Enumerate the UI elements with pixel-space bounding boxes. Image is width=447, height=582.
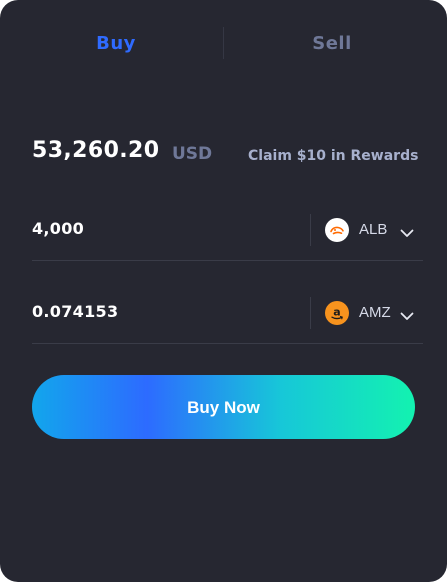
receive-amount-input[interactable]: 0.074153	[32, 297, 118, 327]
pay-amount-input[interactable]: 4,000	[32, 214, 84, 244]
field-separator	[310, 297, 311, 329]
buy-now-button[interactable]: Buy Now	[32, 375, 415, 439]
amount-row: 53,260.20 USD Claim $10 in Rewards	[32, 134, 442, 170]
claim-rewards-link[interactable]: Claim $10 in Rewards	[248, 139, 418, 173]
tab-sell[interactable]: Sell	[224, 27, 440, 61]
pay-amount-field[interactable]: 4,000 ALB	[32, 200, 423, 261]
chevron-down-icon	[400, 224, 414, 237]
token-select-alb[interactable]: ALB	[325, 215, 420, 245]
receive-amount-field[interactable]: 0.074153 a AMZ	[32, 283, 423, 344]
token-select-amz[interactable]: a AMZ	[325, 298, 420, 328]
amount-value: 53,260.20	[32, 138, 160, 163]
chevron-down-icon	[400, 307, 414, 320]
amazon-logo-icon: a	[325, 301, 349, 325]
tab-buy[interactable]: Buy	[0, 27, 232, 61]
svg-text:a: a	[333, 306, 340, 319]
alibaba-logo-icon	[325, 218, 349, 242]
token-label: AMZ	[359, 304, 391, 321]
amount-currency: USD	[172, 144, 213, 164]
field-separator	[310, 214, 311, 246]
token-label: ALB	[359, 221, 388, 238]
tab-bar: Buy Sell	[0, 27, 447, 61]
trade-card: Buy Sell 53,260.20 USD Claim $10 in Rewa…	[0, 0, 447, 582]
